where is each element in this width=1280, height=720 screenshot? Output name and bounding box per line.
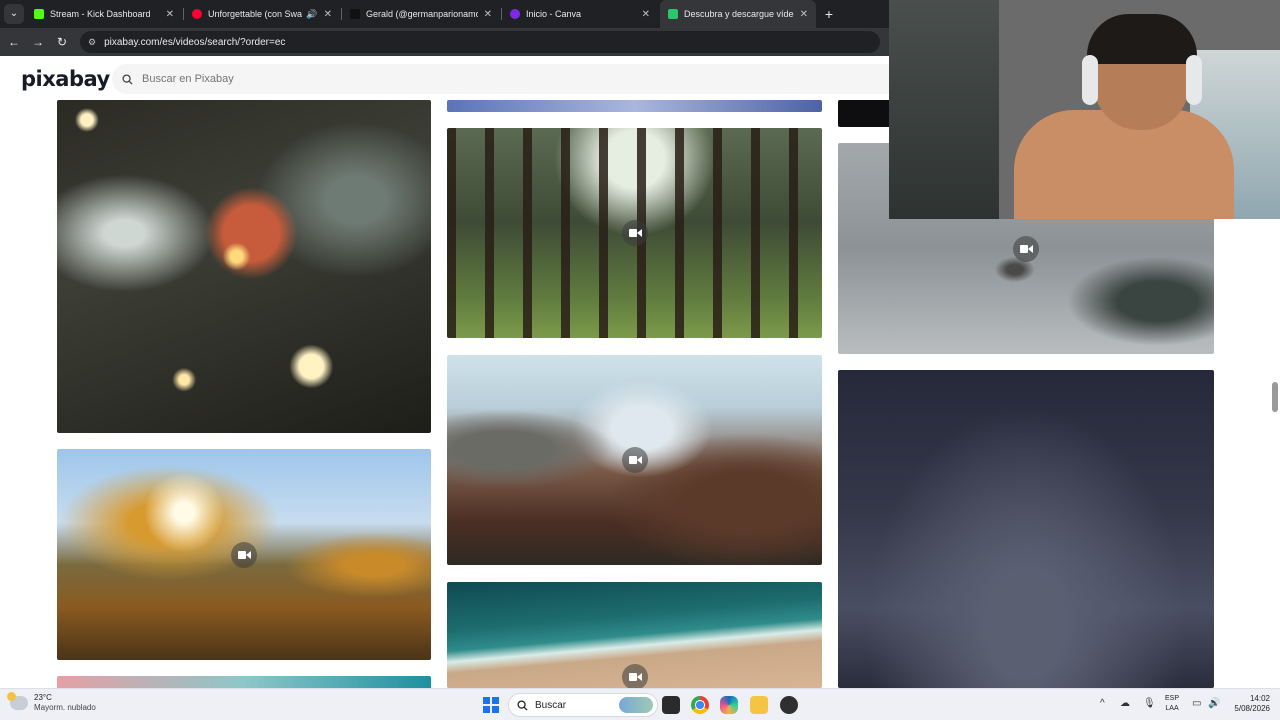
search-highlight-icon <box>619 697 653 713</box>
canva-favicon-icon <box>510 9 520 19</box>
tab-title: Stream - Kick Dashboard <box>50 9 151 19</box>
webcam-background-window <box>889 0 999 219</box>
video-camera-icon <box>231 541 257 568</box>
tab-kick-dashboard[interactable]: Stream - Kick Dashboard ✕ <box>26 0 182 28</box>
site-info-icon[interactable]: ⚙ <box>88 37 96 48</box>
taskbar-search-box[interactable]: Buscar <box>508 693 658 717</box>
kick-favicon-icon <box>34 9 44 19</box>
video-thumbnail-partial-top[interactable] <box>447 100 822 112</box>
tab-search-menu-icon[interactable]: ⌄ <box>4 4 24 24</box>
search-icon <box>122 73 133 85</box>
video-thumbnail-autumn-larch[interactable] <box>57 449 431 660</box>
pixabay-search-bar[interactable] <box>112 64 912 94</box>
close-icon[interactable]: ✕ <box>800 9 808 20</box>
close-icon[interactable]: ✕ <box>642 9 650 20</box>
headphones-icon <box>1186 55 1202 105</box>
obs-icon[interactable] <box>780 696 798 714</box>
url-text: pixabay.com/es/videos/search/?order=ec <box>104 36 286 48</box>
pixabay-favicon-icon <box>668 9 678 19</box>
webcam-person-hair <box>1087 14 1197 64</box>
file-explorer-icon[interactable] <box>750 696 768 714</box>
video-camera-icon <box>621 220 648 246</box>
youtube-music-favicon-icon <box>192 9 202 19</box>
video-camera-icon <box>1013 235 1039 262</box>
forward-icon[interactable]: → <box>28 32 48 52</box>
close-icon[interactable]: ✕ <box>166 9 174 20</box>
clock-date: 5/08/2026 <box>1234 704 1270 713</box>
tab-title: Unforgettable (con Swae Le <box>208 9 303 19</box>
video-thumbnail-forest[interactable] <box>447 128 822 338</box>
reload-icon[interactable]: ↻ <box>52 32 72 52</box>
tab-tiktok[interactable]: Gerald (@germanparionamont ✕ <box>342 0 500 28</box>
keyboard-layout: LAA <box>1165 705 1179 712</box>
search-input[interactable] <box>142 73 842 85</box>
weather-condition: Mayorm. nublado <box>34 703 96 712</box>
weather-widget[interactable]: 23°C Mayorm. nublado <box>7 691 96 712</box>
partly-cloudy-icon <box>7 691 28 710</box>
tab-pixabay[interactable]: Descubra y descargue vídeos g ✕ <box>660 0 816 28</box>
page-scrollbar[interactable] <box>1272 382 1278 412</box>
network-icon[interactable]: ▭ <box>1192 698 1201 709</box>
webcam-overlay <box>889 0 1280 219</box>
video-thumbnail-storm-clouds[interactable] <box>838 370 1214 688</box>
tab-title: Inicio - Canva <box>526 9 582 19</box>
video-camera-icon <box>621 664 648 688</box>
pixabay-logo[interactable]: pixabay <box>21 67 110 91</box>
tab-canva[interactable]: Inicio - Canva ✕ <box>502 0 658 28</box>
language-indicator[interactable]: ESP LAA <box>1165 694 1179 714</box>
windows-start-icon[interactable] <box>483 697 499 713</box>
taskbar-search-label: Buscar <box>535 699 567 711</box>
back-icon[interactable]: ← <box>4 32 24 52</box>
cloud-icon[interactable]: ☁ <box>1120 698 1130 709</box>
video-camera-icon <box>621 447 648 473</box>
chrome-icon[interactable] <box>691 696 709 714</box>
windows-taskbar: 23°C Mayorm. nublado Buscar ^ ☁ 🎙 ESP LA… <box>0 688 1280 720</box>
volume-icon[interactable]: 🔊 <box>1208 698 1220 709</box>
video-thumbnail-mountain-valley[interactable] <box>447 355 822 565</box>
video-thumbnail-partial-bottom[interactable] <box>57 676 431 688</box>
address-bar[interactable]: ⚙ pixabay.com/es/videos/search/?order=ec <box>80 31 880 53</box>
tiktok-favicon-icon <box>350 9 360 19</box>
task-view-icon[interactable] <box>662 696 680 714</box>
tab-title: Gerald (@germanparionamont <box>366 9 478 19</box>
speaker-icon[interactable]: 🔊 <box>306 9 317 20</box>
close-icon[interactable]: ✕ <box>484 9 492 20</box>
copilot-icon[interactable] <box>720 696 738 714</box>
clock-time: 14:02 <box>1249 694 1270 703</box>
close-icon[interactable]: ✕ <box>324 9 332 20</box>
video-thumbnail-christmas-tree[interactable] <box>57 100 431 433</box>
tab-title: Descubra y descargue vídeos g <box>684 9 794 19</box>
video-thumbnail-beach-aerial[interactable] <box>447 582 822 688</box>
chevron-up-icon[interactable]: ^ <box>1100 698 1105 709</box>
system-clock[interactable]: 14:02 5/08/2026 <box>1222 694 1270 714</box>
headphones-icon <box>1082 55 1098 105</box>
search-icon <box>517 699 528 711</box>
weather-temperature: 23°C <box>34 693 52 702</box>
language-code: ESP <box>1165 695 1180 702</box>
microphone-icon[interactable]: 🎙 <box>1143 698 1156 709</box>
new-tab-button[interactable]: + <box>820 4 838 24</box>
tab-unforgettable[interactable]: Unforgettable (con Swae Le 🔊 ✕ <box>184 0 340 28</box>
